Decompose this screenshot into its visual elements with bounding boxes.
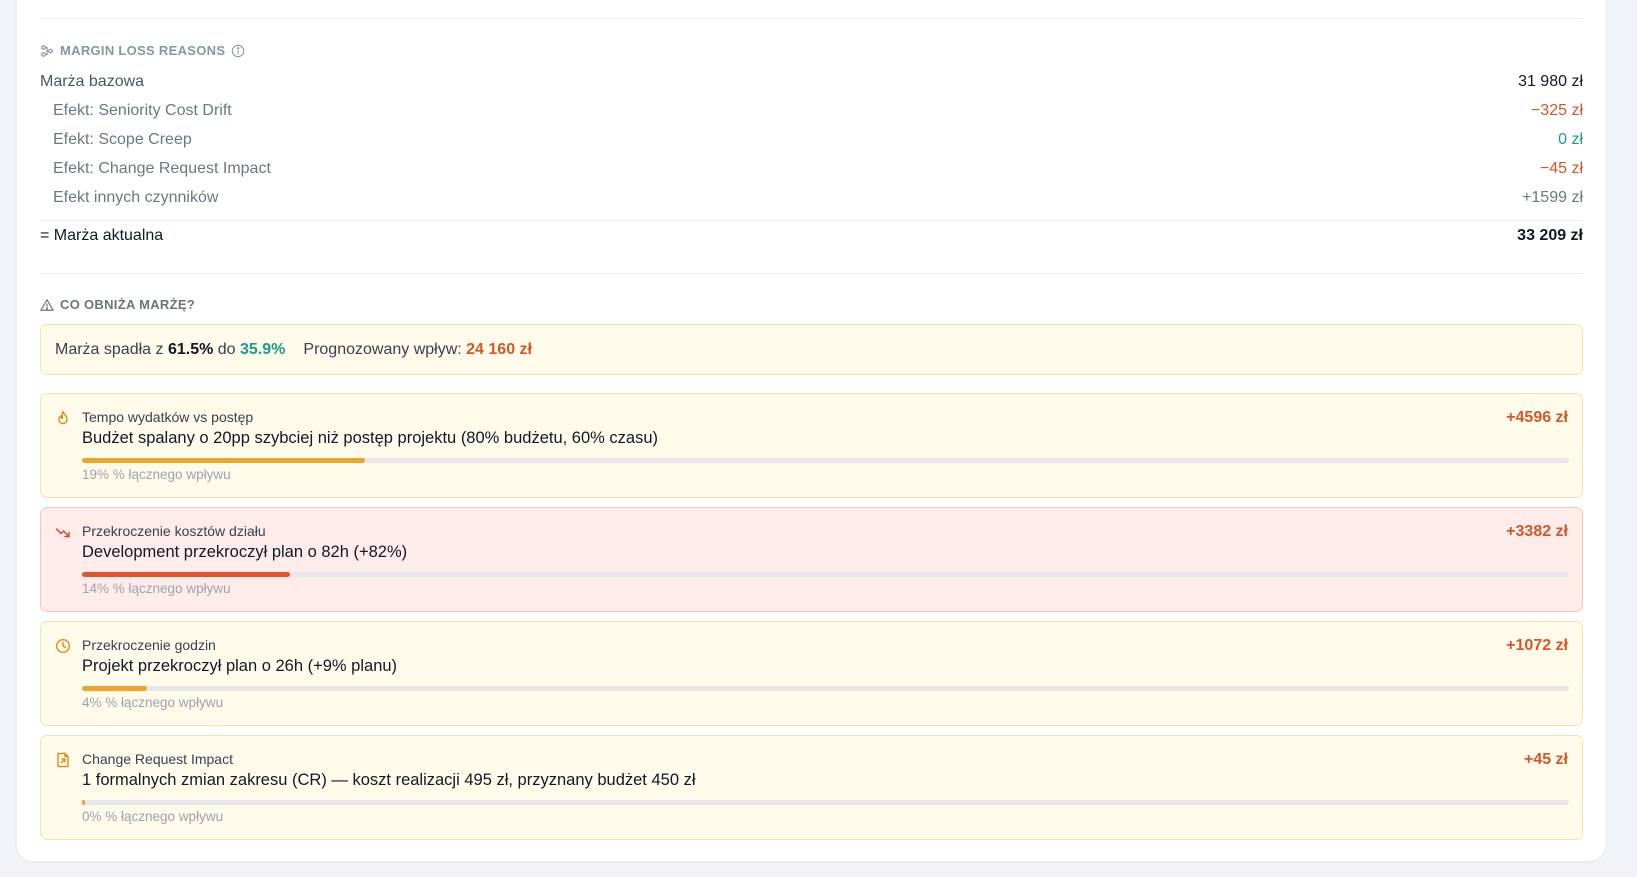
reason-title: Tempo wydatków vs postęp [82,409,254,425]
impact-bar-fill [82,800,85,805]
effect-row: Efekt: Scope Creep 0 zł [40,131,1583,149]
impact-bar-track [82,458,1569,463]
reason-card: Przekroczenie kosztów działu Development… [40,507,1583,612]
base-margin-row: Marża bazowa 31 980 zł [40,73,1583,91]
reason-card: Tempo wydatków vs postęp Budżet spalany … [40,393,1583,498]
effect-label: Efekt: Seniority Cost Drift [53,102,232,119]
trending-down-icon [55,524,71,540]
reason-share: 19% % łącznego wpływu [82,467,231,482]
reason-share: 14% % łącznego wpływu [82,581,231,596]
impact-bar-track [82,572,1569,577]
impact-bar-track [82,686,1569,691]
summary-prefix: Marża spadła z [55,340,164,358]
warning-triangle-icon [40,298,54,312]
current-margin-row: = Marża aktualna 33 209 zł [40,227,1583,245]
summary-from: 61.5% [167,340,214,358]
reason-card: Przekroczenie godzin Projekt przekroczył… [40,621,1583,726]
top-divider [40,18,1583,19]
reason-description: 1 formalnych zmian zakresu (CR) — koszt … [82,771,696,789]
summary-impact-label: Prognozowany wpływ: [303,340,462,358]
reason-share: 0% % łącznego wpływu [82,809,224,824]
summary-impact-value: 24 160 zł [466,340,532,358]
reason-card: Change Request Impact 1 formalnych zmian… [40,735,1583,840]
reason-amount: +3382 zł [1506,523,1568,540]
effect-label: Efekt: Scope Creep [53,131,192,148]
workflow-icon [40,44,54,58]
reason-amount: +1072 zł [1506,637,1568,654]
file-diff-icon [55,752,71,768]
impact-bar-track [82,800,1569,805]
effect-value: −325 zł [1530,102,1583,119]
flame-icon [55,410,71,426]
margin-loss-header: MARGIN LOSS REASONS [40,43,245,58]
reason-amount: +45 zł [1523,751,1568,768]
reason-title: Change Request Impact [82,751,233,767]
effect-label: Efekt innych czynników [53,189,219,206]
reason-title: Przekroczenie godzin [82,637,216,653]
effect-row: Efekt: Seniority Cost Drift −325 zł [40,102,1583,120]
info-icon[interactable] [231,44,245,58]
clock-icon [55,638,71,654]
impact-bar-fill [82,686,148,691]
current-margin-value: 33 209 zł [1517,227,1583,244]
base-margin-value: 31 980 zł [1518,73,1583,90]
reason-description: Development przekroczył plan o 82h (+82%… [82,543,408,561]
base-margin-label: Marża bazowa [40,73,145,90]
what-lowers-header: CO OBNIŻA MARŻĘ? [40,297,195,312]
current-margin-label: = Marża aktualna [40,227,164,244]
effect-row: Efekt innych czynników +1599 zł [40,189,1583,207]
margin-drop-summary: Marża spadła z 61.5% do 35.9% Prognozowa… [40,324,1583,375]
margin-loss-title: MARGIN LOSS REASONS [60,43,226,58]
reason-description: Projekt przekroczył plan o 26h (+9% plan… [82,657,398,675]
summary-to: 35.9% [240,340,286,358]
impact-bar-fill [82,572,291,577]
impact-bar-fill [82,458,365,463]
reason-description: Budżet spalany o 20pp szybciej niż postę… [82,429,659,447]
effect-row: Efekt: Change Request Impact −45 zł [40,160,1583,178]
effect-value: −45 zł [1539,160,1583,177]
reason-title: Przekroczenie kosztów działu [82,523,266,539]
reason-share: 4% % łącznego wpływu [82,695,224,710]
reason-amount: +4596 zł [1506,409,1568,426]
effect-value: 0 zł [1558,131,1583,148]
effect-label: Efekt: Change Request Impact [53,160,271,177]
section-divider [40,273,1583,274]
total-divider [40,220,1583,221]
summary-to-word: do [217,340,236,358]
effect-value: +1599 zł [1522,189,1583,206]
what-lowers-title: CO OBNIŻA MARŻĘ? [60,297,196,312]
